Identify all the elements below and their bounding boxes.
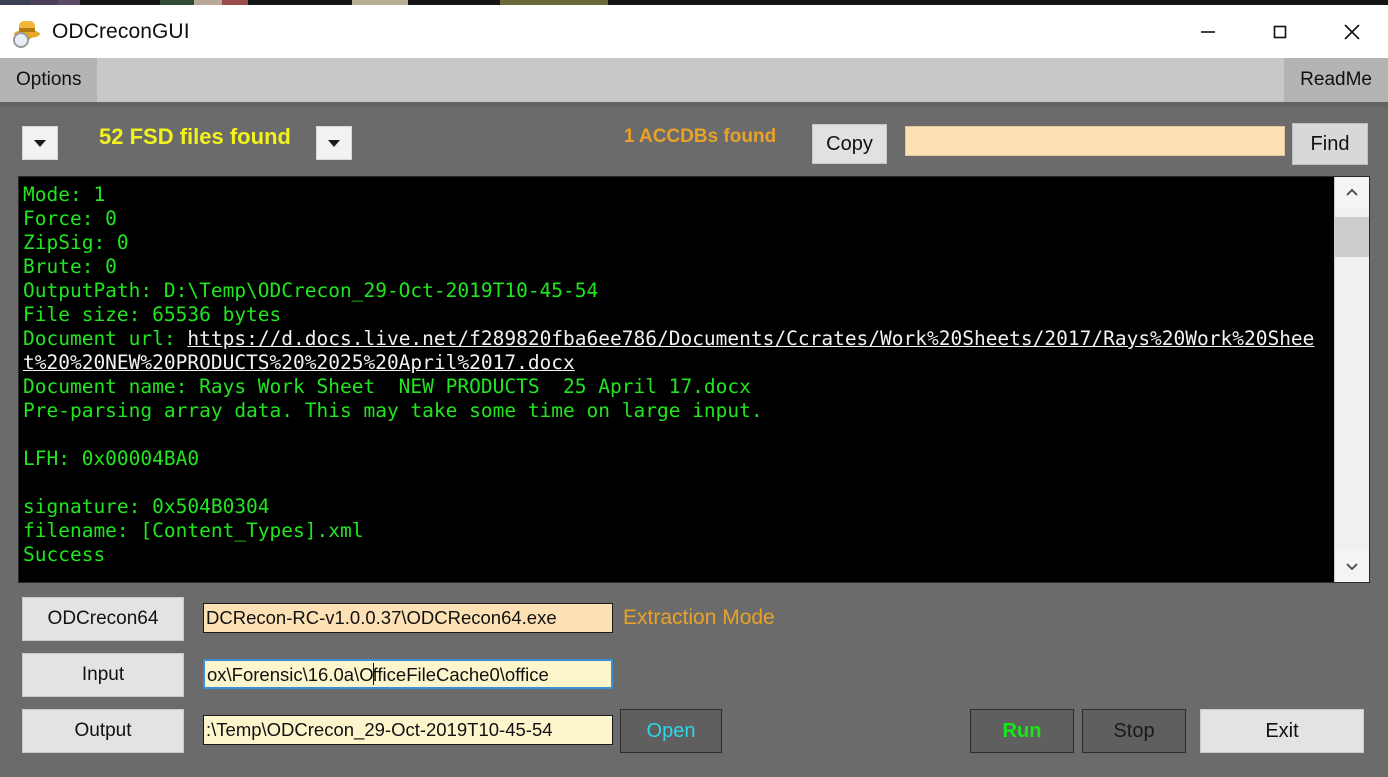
- output-row: Output :\Temp\ODCrecon_29-Oct-2019T10-45…: [0, 709, 1388, 755]
- exit-button[interactable]: Exit: [1200, 709, 1364, 753]
- window-title: ODCreconGUI: [52, 19, 190, 43]
- scroll-up-button[interactable]: [1335, 177, 1369, 209]
- minimize-icon: [1201, 30, 1215, 33]
- minimize-button[interactable]: [1172, 5, 1244, 58]
- console-line: Brute: 0: [23, 255, 117, 278]
- fsd-files-found-status: 52 FSD files found: [99, 124, 291, 149]
- console-line-text: Document url:: [23, 327, 188, 350]
- input-path-text-before-caret: ox\Forensic\16.0a\O: [207, 664, 374, 685]
- window-controls: [1172, 5, 1388, 58]
- fsd-dropdown-button-secondary[interactable]: [316, 126, 352, 160]
- maximize-icon: [1273, 25, 1287, 38]
- executable-row: ODCrecon64 DCRecon-RC-v1.0.0.37\ODCRecon…: [0, 597, 1388, 643]
- scroll-down-button[interactable]: [1335, 550, 1369, 582]
- scrollbar-thumb[interactable]: [1335, 217, 1369, 257]
- console-line: filename: [Content_Types].xml: [23, 519, 364, 542]
- stop-button[interactable]: Stop: [1082, 709, 1186, 753]
- console-line: OutputPath: D:\Temp\ODCrecon_29-Oct-2019…: [23, 279, 599, 302]
- chevron-down-icon: [1346, 563, 1358, 571]
- console-line: Success: [23, 543, 106, 566]
- executable-path-field[interactable]: DCRecon-RC-v1.0.0.37\ODCRecon64.exe: [203, 603, 613, 633]
- detective-hat-magnifier-icon: [12, 19, 42, 48]
- input-button[interactable]: Input: [22, 653, 184, 697]
- console-line: Document name: Rays Work Sheet NEW PRODU…: [23, 375, 751, 398]
- input-path-text-after-caret: fficeFileCache0\office: [372, 664, 549, 685]
- maximize-button[interactable]: [1244, 5, 1316, 58]
- console-line: ZipSig: 0: [23, 231, 129, 254]
- console-line: signature: 0x504B0304: [23, 495, 270, 518]
- output-button[interactable]: Output: [22, 709, 184, 753]
- console-line: LFH: 0x00004BA0: [23, 447, 200, 470]
- output-path-field[interactable]: :\Temp\ODCrecon_29-Oct-2019T10-45-54: [203, 715, 613, 745]
- scrollbar-track[interactable]: [1335, 209, 1369, 550]
- console-output-panel: Mode: 1 Force: 0 ZipSig: 0 Brute: 0 OutputPa…: [18, 176, 1370, 583]
- accdb-found-status: 1 ACCDBs found: [623, 126, 777, 147]
- console-line: Document url: https://d.docs.live.net/f2…: [23, 327, 1334, 375]
- run-button[interactable]: Run: [970, 709, 1074, 753]
- menu-spacer: [97, 58, 1284, 102]
- menu-bar: Options ReadMe: [0, 58, 1388, 102]
- fsd-dropdown-button[interactable]: [22, 126, 58, 160]
- console-line: Pre-parsing array data. This may take so…: [23, 399, 763, 422]
- chevron-down-icon: [34, 139, 46, 147]
- input-path-field[interactable]: ox\Forensic\16.0a\OfficeFileCache0\offic…: [203, 659, 613, 689]
- console-document-url-link[interactable]: https://d.docs.live.net/f289820fba6ee786…: [23, 327, 1314, 374]
- chevron-down-icon: [328, 139, 340, 147]
- console-line: Force: 0: [23, 207, 117, 230]
- copy-button[interactable]: Copy: [812, 124, 887, 164]
- application-window: ODCreconGUI Options ReadMe 52 FSD files …: [0, 0, 1388, 777]
- chevron-up-icon: [1346, 188, 1358, 196]
- console-output-text[interactable]: Mode: 1 Force: 0 ZipSig: 0 Brute: 0 OutputPa…: [19, 177, 1334, 582]
- menu-item-options[interactable]: Options: [0, 58, 98, 102]
- console-line: Mode: 1: [23, 183, 106, 206]
- open-button[interactable]: Open: [620, 709, 722, 753]
- menu-item-readme[interactable]: ReadMe: [1284, 58, 1388, 102]
- console-scrollbar[interactable]: [1334, 177, 1369, 582]
- close-button[interactable]: [1316, 5, 1388, 58]
- console-line: File size: 65536 bytes: [23, 303, 282, 326]
- extraction-mode-label: Extraction Mode: [623, 606, 775, 629]
- input-row: Input ox\Forensic\16.0a\OfficeFileCache0…: [0, 653, 1388, 699]
- find-button[interactable]: Find: [1292, 123, 1368, 165]
- title-bar: ODCreconGUI: [0, 5, 1388, 58]
- odcrecon64-button[interactable]: ODCrecon64: [22, 597, 184, 641]
- find-input[interactable]: [905, 126, 1285, 156]
- close-icon: [1344, 23, 1360, 40]
